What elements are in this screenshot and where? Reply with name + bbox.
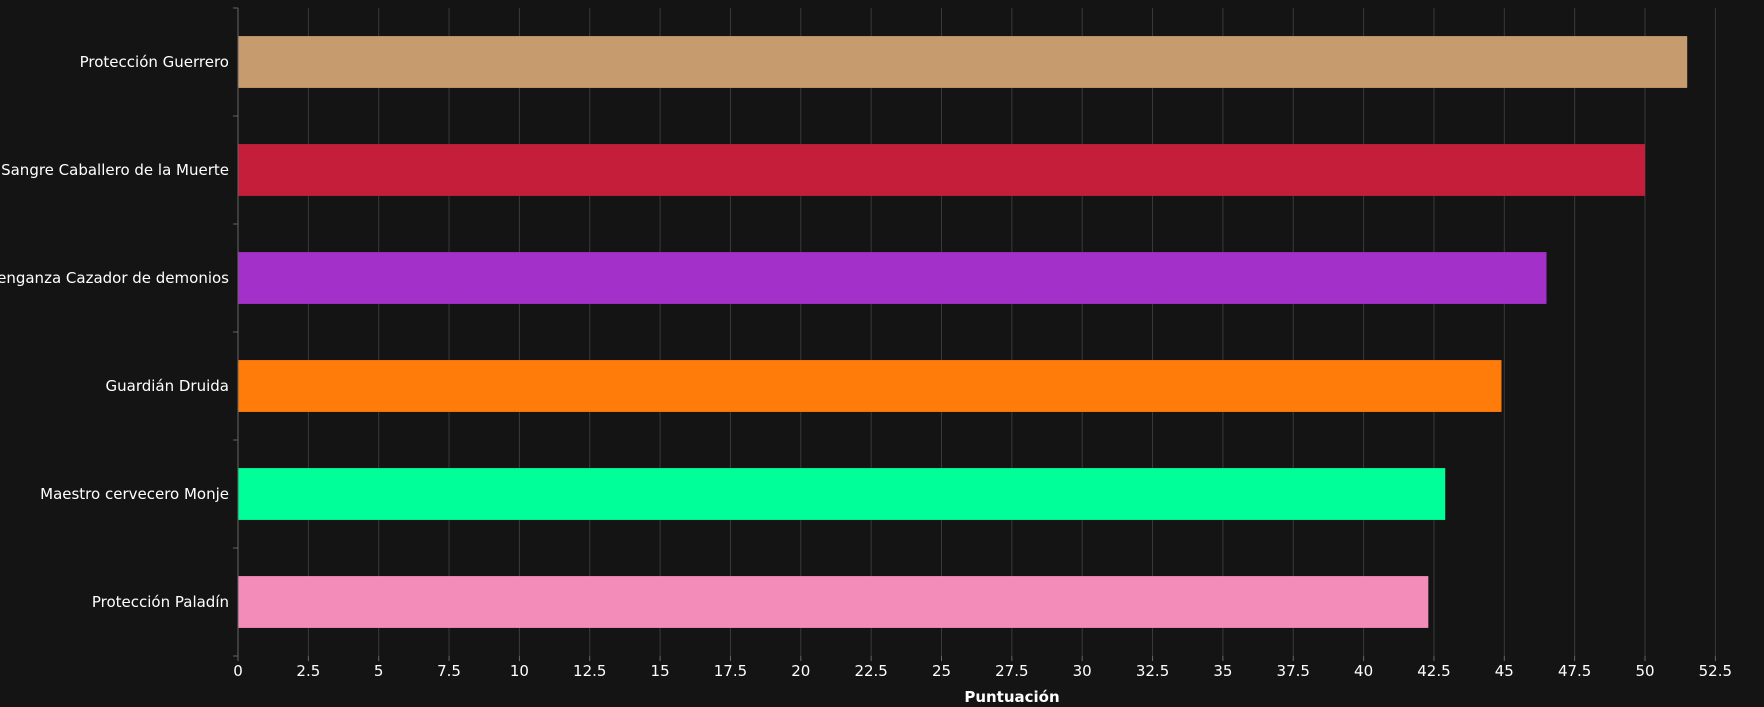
x-tick-label: 22.5 [854, 662, 887, 680]
gridlines [307, 8, 1716, 656]
x-tick-label: 47.5 [1558, 662, 1591, 680]
category-label: Protección Guerrero [80, 53, 229, 71]
x-tick-label: 5 [374, 662, 384, 680]
x-tick-label: 42.5 [1417, 662, 1450, 680]
x-tick-labels: 0 2.5 5 7.5 10 12.5 15 17.5 20 22.5 25 27.5 30 32.5 35… [233, 662, 1732, 680]
x-tick-label: 50 [1635, 662, 1654, 680]
x-tick-label: 12.5 [573, 662, 606, 680]
bar[interactable] [238, 252, 1547, 304]
x-tick-label: 10 [510, 662, 529, 680]
x-tick-label: 15 [651, 662, 670, 680]
bar[interactable] [238, 144, 1645, 196]
category-label: Guardián Druida [106, 377, 230, 395]
bar[interactable] [238, 36, 1688, 88]
x-tick-label: 27.5 [995, 662, 1028, 680]
category-label: Sangre Caballero de la Muerte [1, 161, 229, 179]
axes [233, 7, 1716, 661]
x-tick-label: 35 [1213, 662, 1232, 680]
x-tick-label: 30 [1073, 662, 1092, 680]
bars [238, 36, 1688, 628]
category-labels: Protección Guerrero Sangre Caballero de l… [0, 53, 229, 611]
bar[interactable] [238, 468, 1446, 520]
x-tick-label: 17.5 [714, 662, 747, 680]
bar-chart: Protección Guerrero Sangre Caballero de l… [0, 7, 1732, 706]
category-label: Protección Paladín [92, 593, 229, 611]
category-label: Maestro cervecero Monje [40, 485, 229, 503]
x-tick-label: 7.5 [437, 662, 461, 680]
x-tick-label: 32.5 [1136, 662, 1169, 680]
x-tick-label: 0 [233, 662, 243, 680]
category-label: Venganza Cazador de demonios [0, 269, 229, 287]
x-tick-label: 40 [1354, 662, 1373, 680]
bar[interactable] [238, 576, 1429, 628]
x-tick-label: 37.5 [1277, 662, 1310, 680]
x-tick-label: 52.5 [1699, 662, 1732, 680]
x-tick-label: 25 [932, 662, 951, 680]
x-tick-label: 20 [791, 662, 810, 680]
x-axis-title: Puntuación [964, 688, 1059, 706]
x-tick-label: 2.5 [296, 662, 320, 680]
bar[interactable] [238, 360, 1502, 412]
x-tick-label: 45 [1495, 662, 1514, 680]
